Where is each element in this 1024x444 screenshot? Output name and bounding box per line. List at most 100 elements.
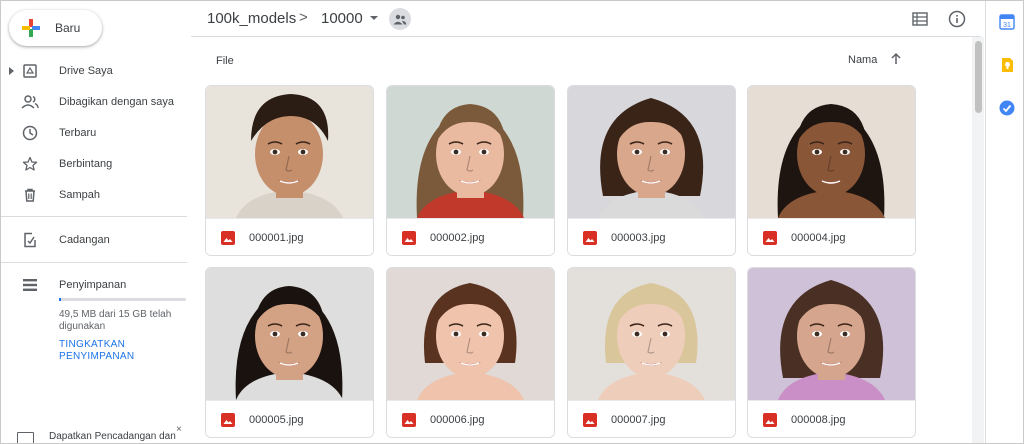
portrait-image [748, 86, 915, 218]
sidebar-item-label: Drive Saya [59, 65, 113, 77]
sidebar-item-my-drive[interactable]: Drive Saya [1, 56, 191, 86]
file-thumbnail[interactable] [748, 268, 915, 400]
breadcrumb-separator: > [299, 9, 308, 26]
star-icon [21, 155, 39, 173]
portrait-image [568, 86, 735, 218]
keep-icon[interactable] [999, 57, 1015, 73]
file-card-footer[interactable]: 000005.jpg [206, 400, 373, 437]
file-card[interactable]: 000001.jpg [205, 85, 374, 256]
close-icon[interactable]: × [176, 424, 182, 435]
sidebar-divider [1, 216, 187, 217]
file-card[interactable]: 000004.jpg [747, 85, 916, 256]
sidebar-item-shared[interactable]: Dibagikan dengan saya [1, 87, 191, 117]
file-card[interactable]: 000002.jpg [386, 85, 555, 256]
file-card[interactable]: 000008.jpg [747, 267, 916, 438]
upgrade-storage-link[interactable]: TINGKATKAN PENYIMPANAN [59, 339, 184, 363]
sidebar-item-label: Berbintang [59, 158, 113, 170]
image-file-icon [583, 231, 597, 245]
file-card[interactable]: 000006.jpg [386, 267, 555, 438]
backup-icon [21, 231, 39, 249]
image-file-icon [402, 413, 416, 427]
file-card-footer[interactable]: 000007.jpg [568, 400, 735, 437]
file-card-footer[interactable]: 000002.jpg [387, 218, 554, 255]
file-thumbnail[interactable] [748, 86, 915, 218]
image-file-icon [221, 413, 235, 427]
clock-icon [21, 124, 39, 142]
shared-people-icon [21, 93, 39, 111]
storage-usage-bar [59, 298, 186, 301]
image-file-icon [763, 413, 777, 427]
storage-usage-fill [59, 298, 61, 301]
shared-folder-icon[interactable] [389, 8, 411, 30]
drive-window: Baru Drive Saya Dibagikan dengan saya Te… [0, 0, 1024, 444]
sidebar-item-label: Dibagikan dengan saya [59, 96, 174, 108]
breadcrumb-current[interactable]: 10000 [321, 10, 363, 27]
file-card[interactable]: 000007.jpg [567, 267, 736, 438]
file-thumbnail[interactable] [568, 86, 735, 218]
list-view-icon[interactable] [909, 8, 931, 30]
plus-icon [21, 18, 41, 38]
file-card-footer[interactable]: 000006.jpg [387, 400, 554, 437]
sidebar-item-backups[interactable]: Cadangan [1, 225, 191, 255]
file-name: 000008.jpg [791, 414, 846, 426]
portrait-image [387, 86, 554, 218]
backup-promo: Dapatkan Pencadangan dan × [1, 421, 187, 443]
portrait-image [387, 268, 554, 400]
trash-icon [21, 186, 39, 204]
file-name: 000001.jpg [249, 232, 304, 244]
portrait-image [206, 86, 373, 218]
sidebar-item-label: Penyimpanan [59, 279, 127, 291]
sidebar: Baru Drive Saya Dibagikan dengan saya Te… [1, 1, 191, 443]
portrait-image [568, 268, 735, 400]
file-card-footer[interactable]: 000004.jpg [748, 218, 915, 255]
file-thumbnail[interactable] [568, 268, 735, 400]
files-section-title: File [216, 55, 234, 67]
info-icon[interactable] [946, 8, 968, 30]
sidebar-divider [1, 262, 187, 263]
vertical-scrollbar[interactable] [972, 37, 984, 443]
sidebar-item-trash[interactable]: Sampah [1, 180, 191, 210]
sidebar-item-label: Terbaru [59, 127, 97, 139]
image-file-icon [221, 231, 235, 245]
file-card-footer[interactable]: 000008.jpg [748, 400, 915, 437]
file-card[interactable]: 000003.jpg [567, 85, 736, 256]
header: 100k_models > 10000 [191, 1, 981, 37]
file-card-footer[interactable]: 000003.jpg [568, 218, 735, 255]
breadcrumb-root[interactable]: 100k_models [207, 10, 296, 27]
storage-icon [21, 276, 39, 294]
sidebar-item-recent[interactable]: Terbaru [1, 118, 191, 148]
sidebar-item-label: Cadangan [59, 234, 110, 246]
file-thumbnail[interactable] [206, 268, 373, 400]
scrollbar-thumb[interactable] [975, 41, 982, 113]
image-file-icon [763, 231, 777, 245]
file-name: 000004.jpg [791, 232, 846, 244]
computer-icon [17, 432, 34, 443]
folder-menu-dropdown-icon[interactable] [370, 16, 378, 20]
calendar-icon[interactable]: 31 [999, 14, 1015, 30]
file-thumbnail[interactable] [387, 268, 554, 400]
file-thumbnail[interactable] [206, 86, 373, 218]
sidebar-item-label: Sampah [59, 189, 100, 201]
portrait-image [206, 268, 373, 400]
portrait-image [748, 268, 915, 400]
sidebar-item-starred[interactable]: Berbintang [1, 149, 191, 179]
my-drive-icon [21, 62, 39, 80]
storage-usage-text: 49,5 MB dari 15 GB telah digunakan [59, 309, 172, 332]
tasks-icon[interactable] [999, 100, 1015, 116]
file-name: 000006.jpg [430, 414, 485, 426]
sort-by-name[interactable]: Nama [848, 54, 877, 66]
file-name: 000002.jpg [430, 232, 485, 244]
new-button-label: Baru [55, 21, 81, 35]
file-name: 000007.jpg [611, 414, 666, 426]
sidebar-item-storage[interactable]: Penyimpanan [1, 270, 191, 300]
file-thumbnail[interactable] [387, 86, 554, 218]
file-name: 000003.jpg [611, 232, 666, 244]
svg-text:31: 31 [1003, 22, 1011, 29]
file-card[interactable]: 000005.jpg [205, 267, 374, 438]
file-card-footer[interactable]: 000001.jpg [206, 218, 373, 255]
file-name: 000005.jpg [249, 414, 304, 426]
side-panel: 31 [985, 1, 1023, 443]
expand-caret-icon[interactable] [9, 67, 14, 75]
sort-ascending-arrow-icon[interactable] [889, 52, 903, 66]
new-button[interactable]: Baru [9, 10, 102, 46]
